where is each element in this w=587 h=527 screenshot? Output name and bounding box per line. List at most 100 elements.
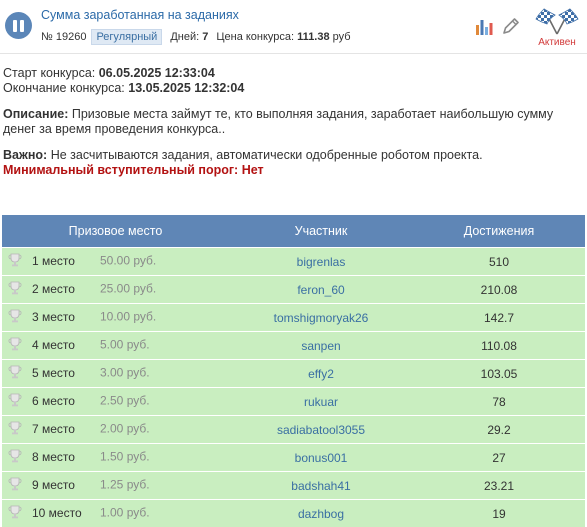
- table-header-row: Призовое место Участник Достижения: [2, 215, 585, 247]
- place-cell: 4 место 5.00 руб.: [2, 331, 229, 359]
- contest-title[interactable]: Сумма заработанная на заданиях: [41, 8, 239, 22]
- trophy-icon: [8, 337, 22, 354]
- achievement-value: 142.7: [413, 303, 585, 331]
- place-cell: 1 место 50.00 руб.: [2, 247, 229, 275]
- participant-link[interactable]: feron_60: [229, 275, 413, 303]
- end-line: Окончание конкурса: 13.05.2025 12:32:04: [3, 81, 583, 96]
- trophy-icon: [8, 477, 22, 494]
- trophy-icon: [8, 365, 22, 382]
- prize-amount: 2.00 руб.: [100, 421, 150, 436]
- important-label: Важно:: [3, 148, 48, 162]
- participant-link[interactable]: rukuar: [229, 387, 413, 415]
- place-label: 7 место: [32, 421, 75, 436]
- place-label: 1 место: [32, 253, 75, 268]
- prize-amount: 2.50 руб.: [100, 393, 150, 408]
- place-cell: 9 место 1.25 руб.: [2, 471, 229, 499]
- table-row: 6 место 2.50 руб. rukuar 78: [2, 387, 585, 415]
- status-label: Активен: [538, 37, 576, 48]
- end-label: Окончание конкурса:: [3, 81, 125, 95]
- place-label: 6 место: [32, 393, 75, 408]
- place-cell: 6 место 2.50 руб.: [2, 387, 229, 415]
- place-label: 4 место: [32, 337, 75, 352]
- leaderboard-table: Призовое место Участник Достижения 1 мес…: [2, 215, 585, 527]
- achievement-value: 110.08: [413, 331, 585, 359]
- header-place: Призовое место: [2, 215, 229, 247]
- header-achievements: Достижения: [413, 215, 585, 247]
- achievement-value: 29.2: [413, 415, 585, 443]
- table-row: 2 место 25.00 руб. feron_60 210.08: [2, 275, 585, 303]
- description: Описание: Призовые места займут те, кто …: [3, 107, 583, 137]
- price-value: 111.38: [297, 31, 330, 43]
- prize-amount: 1.50 руб.: [100, 449, 150, 464]
- table-row: 5 место 3.00 руб. effy2 103.05: [2, 359, 585, 387]
- start-label: Старт конкурса:: [3, 66, 96, 80]
- contest-header: Сумма заработанная на заданиях № 19260 Р…: [0, 0, 587, 54]
- achievement-value: 103.05: [413, 359, 585, 387]
- achievement-value: 23.21: [413, 471, 585, 499]
- table-row: 10 место 1.00 руб. dazhbog 19: [2, 499, 585, 527]
- table-row: 7 место 2.00 руб. sadiabatool3055 29.2: [2, 415, 585, 443]
- price-label: Цена конкурса:: [216, 31, 295, 43]
- place-label: 9 место: [32, 477, 75, 492]
- prize-amount: 50.00 руб.: [100, 253, 157, 268]
- place-cell: 10 место 1.00 руб.: [2, 499, 229, 527]
- participant-link[interactable]: tomshigmoryak26: [229, 303, 413, 331]
- header-participant: Участник: [229, 215, 413, 247]
- participant-link[interactable]: sadiabatool3055: [229, 415, 413, 443]
- achievement-value: 27: [413, 443, 585, 471]
- table-row: 1 место 50.00 руб. bigrenlas 510: [2, 247, 585, 275]
- prize-amount: 5.00 руб.: [100, 337, 150, 352]
- place-cell: 8 место 1.50 руб.: [2, 443, 229, 471]
- place-cell: 3 место 10.00 руб.: [2, 303, 229, 331]
- trophy-icon: [8, 253, 22, 270]
- price-unit: руб: [332, 31, 351, 43]
- contest-id: № 19260: [41, 31, 87, 43]
- edit-icon[interactable]: [501, 16, 521, 41]
- contest-meta: № 19260 Регулярный Дней: 7 Цена конкурса…: [41, 29, 351, 45]
- place-cell: 7 место 2.00 руб.: [2, 415, 229, 443]
- place-label: 3 место: [32, 309, 75, 324]
- place-label: 5 место: [32, 365, 75, 380]
- stats-icon[interactable]: [475, 18, 493, 41]
- participant-link[interactable]: bonus001: [229, 443, 413, 471]
- important-note: Важно: Не засчитываются задания, автомат…: [3, 148, 583, 163]
- prize-amount: 1.25 руб.: [100, 477, 150, 492]
- days-label: Дней:: [170, 31, 200, 43]
- achievement-value: 78: [413, 387, 585, 415]
- days-value: 7: [202, 31, 209, 43]
- place-label: 2 место: [32, 281, 75, 296]
- participant-link[interactable]: badshah41: [229, 471, 413, 499]
- participant-link[interactable]: dazhbog: [229, 499, 413, 527]
- place-label: 8 место: [32, 449, 75, 464]
- header-actions: Активен: [475, 6, 579, 48]
- end-value: 13.05.2025 12:32:04: [128, 81, 245, 95]
- table-row: 9 место 1.25 руб. badshah41 23.21: [2, 471, 585, 499]
- participant-link[interactable]: bigrenlas: [229, 247, 413, 275]
- place-cell: 2 место 25.00 руб.: [2, 275, 229, 303]
- important-text: Не засчитываются задания, автоматически …: [50, 148, 483, 162]
- place-cell: 5 место 3.00 руб.: [2, 359, 229, 387]
- participant-link[interactable]: effy2: [229, 359, 413, 387]
- achievement-value: 19: [413, 499, 585, 527]
- description-text: Призовые места займут те, кто выполняя з…: [3, 107, 554, 136]
- prize-amount: 10.00 руб.: [100, 309, 157, 324]
- start-line: Старт конкурса: 06.05.2025 12:33:04: [3, 66, 583, 81]
- table-row: 8 место 1.50 руб. bonus001 27: [2, 443, 585, 471]
- entry-threshold: Минимальный вступительный порог: Нет: [3, 163, 264, 177]
- trophy-icon: [8, 421, 22, 438]
- trophy-icon: [8, 393, 22, 410]
- pause-icon[interactable]: [5, 12, 32, 39]
- description-label: Описание:: [3, 107, 69, 121]
- table-row: 4 место 5.00 руб. sanpen 110.08: [2, 331, 585, 359]
- start-value: 06.05.2025 12:33:04: [98, 66, 215, 80]
- prize-amount: 25.00 руб.: [100, 281, 157, 296]
- trophy-icon: [8, 449, 22, 466]
- participant-link[interactable]: sanpen: [229, 331, 413, 359]
- prize-amount: 3.00 руб.: [100, 365, 150, 380]
- trophy-icon: [8, 309, 22, 326]
- achievement-value: 510: [413, 247, 585, 275]
- checkered-flags-icon: [535, 8, 579, 35]
- achievement-value: 210.08: [413, 275, 585, 303]
- status-active: Активен: [535, 6, 579, 48]
- type-badge: Регулярный: [91, 29, 163, 45]
